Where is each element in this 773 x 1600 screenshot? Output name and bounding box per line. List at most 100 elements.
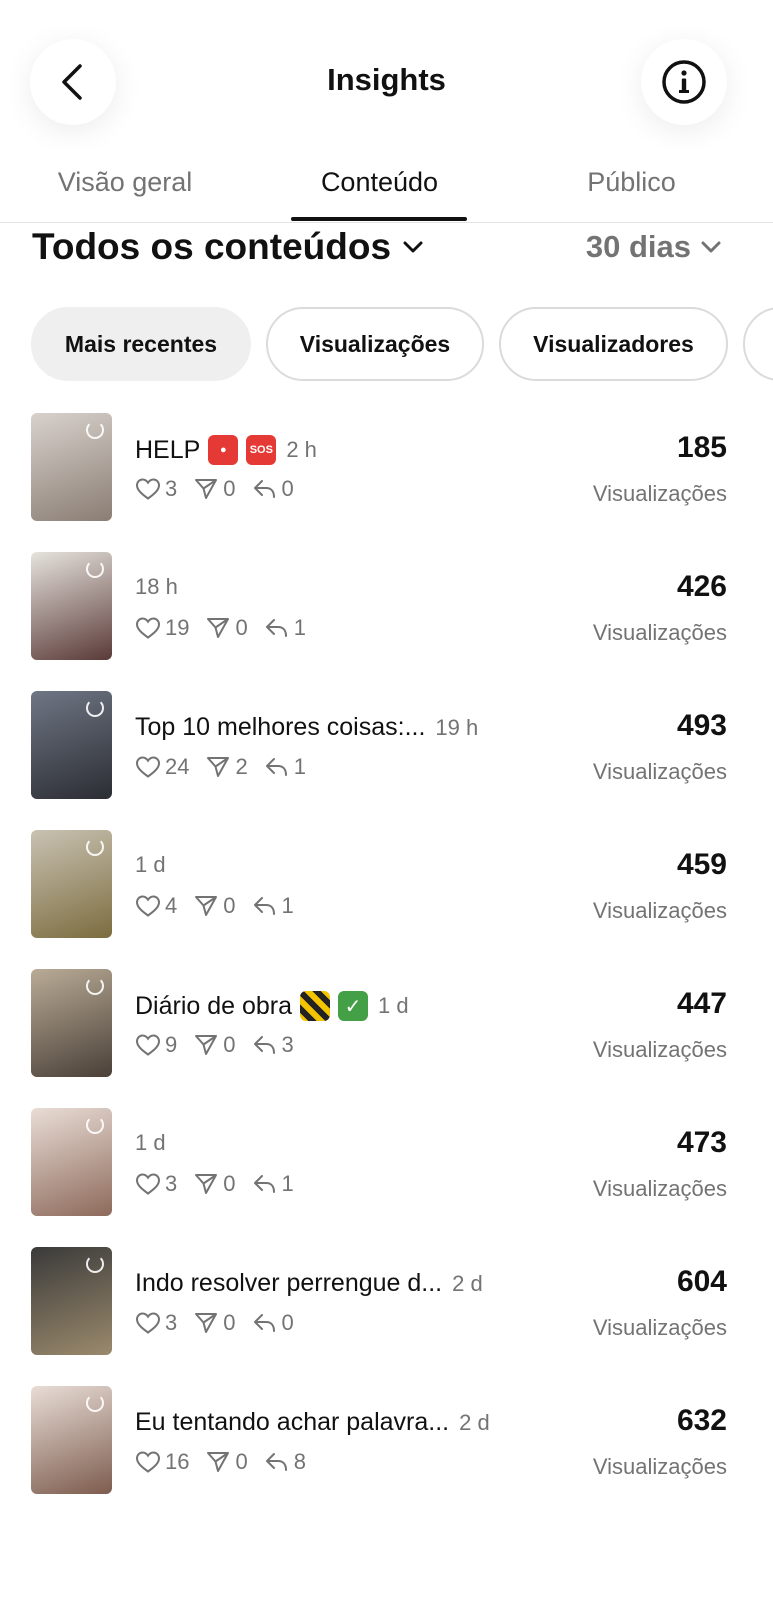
replies-stat: 1 <box>264 615 306 641</box>
likes-count: 3 <box>165 1310 178 1335</box>
views-count: 604 <box>676 1265 727 1298</box>
chevron-down-icon <box>701 241 721 253</box>
shares-count: 0 <box>223 476 236 501</box>
chip-viewers[interactable]: Visualizadores <box>499 307 728 381</box>
post-age: 18 h <box>135 574 178 599</box>
views-count: 447 <box>676 987 727 1020</box>
list-item[interactable]: Diário de obra ✓ 1 d 9 0 3 447 Visualiza… <box>0 969 773 1108</box>
likes-stat: 19 <box>135 615 189 641</box>
post-caption-line: HELP ● SOS 2 h <box>135 435 317 465</box>
share-icon <box>195 896 218 916</box>
post-caption-line: 1 d <box>135 852 166 878</box>
views-count: 493 <box>676 709 727 742</box>
tab-audience[interactable]: Público <box>545 167 718 198</box>
content-filter-dropdown[interactable]: Todos os conteúdos <box>32 226 423 268</box>
list-item[interactable]: Indo resolver perrengue d... 2 d 3 0 0 6… <box>0 1247 773 1386</box>
loading-icon <box>86 560 104 578</box>
post-thumbnail[interactable] <box>31 691 112 799</box>
share-icon <box>195 1035 218 1055</box>
likes-count: 16 <box>165 1449 190 1474</box>
date-range-label: 30 dias <box>585 229 691 264</box>
chevron-down-icon <box>403 241 423 253</box>
shares-count: 0 <box>235 615 248 640</box>
views-count: 632 <box>676 1404 727 1437</box>
replies-count: 1 <box>281 1171 294 1196</box>
post-stats: 9 0 3 <box>135 1032 310 1058</box>
replies-count: 0 <box>281 1310 294 1335</box>
siren-emoji-icon: ● <box>208 435 239 465</box>
post-age: 1 d <box>135 1130 166 1155</box>
chip-views[interactable]: Visualizações <box>266 307 484 381</box>
likes-count: 24 <box>165 754 190 779</box>
views-label: Visualizações <box>592 1176 727 1201</box>
replies-count: 1 <box>293 754 306 779</box>
shares-count: 0 <box>223 893 236 918</box>
list-item[interactable]: Top 10 melhores coisas:... 19 h 24 2 1 4… <box>0 691 773 830</box>
info-icon <box>662 60 706 104</box>
likes-stat: 24 <box>135 754 189 780</box>
views-block: 426 Visualizações <box>593 570 727 646</box>
post-age: 1 d <box>135 852 166 877</box>
loading-icon <box>86 1255 104 1273</box>
app-header: Insights <box>0 0 773 165</box>
chip-more[interactable] <box>743 307 773 381</box>
post-thumbnail[interactable] <box>31 1386 112 1494</box>
reply-icon <box>265 1453 287 1471</box>
loading-icon <box>86 699 104 717</box>
views-block: 493 Visualizações <box>593 709 727 785</box>
post-thumbnail[interactable] <box>31 413 112 521</box>
content-list: HELP ● SOS 2 h 3 0 0 185 Visualizações 18… <box>0 413 773 1525</box>
reply-icon <box>253 1036 275 1054</box>
share-icon <box>195 479 218 499</box>
loading-icon <box>86 977 104 995</box>
post-thumbnail[interactable] <box>31 1108 112 1216</box>
reply-icon <box>253 480 275 498</box>
chip-most-recent[interactable]: Mais recentes <box>31 307 251 381</box>
likes-stat: 4 <box>135 893 177 919</box>
shares-stat: 0 <box>193 1171 236 1197</box>
likes-stat: 3 <box>135 1310 177 1336</box>
shares-count: 0 <box>223 1171 236 1196</box>
likes-count: 4 <box>165 893 178 918</box>
list-item[interactable]: Eu tentando achar palavra... 2 d 16 0 8 … <box>0 1386 773 1525</box>
active-tab-indicator <box>291 217 467 221</box>
likes-count: 3 <box>165 1171 178 1196</box>
views-label: Visualizações <box>592 1315 727 1340</box>
post-age: 19 h <box>435 714 479 740</box>
views-count: 473 <box>676 1126 727 1159</box>
loading-icon <box>86 1116 104 1134</box>
list-item[interactable]: 1 d 4 0 1 459 Visualizações <box>0 830 773 969</box>
views-label: Visualizações <box>592 481 727 506</box>
info-button[interactable] <box>641 39 727 125</box>
likes-stat: 3 <box>135 1171 177 1197</box>
post-caption: HELP <box>135 435 201 464</box>
reply-icon <box>253 1175 275 1193</box>
list-item[interactable]: HELP ● SOS 2 h 3 0 0 185 Visualizações <box>0 413 773 552</box>
views-count: 185 <box>676 431 727 464</box>
views-label: Visualizações <box>592 1037 727 1062</box>
post-caption: Top 10 melhores coisas:... <box>135 713 426 741</box>
tab-overview[interactable]: Visão geral <box>30 167 220 198</box>
post-caption-line: Diário de obra ✓ 1 d <box>135 991 409 1021</box>
loading-icon <box>86 421 104 439</box>
likes-count: 3 <box>165 476 178 501</box>
date-range-dropdown[interactable]: 30 dias <box>586 229 721 265</box>
post-thumbnail[interactable] <box>31 552 112 660</box>
post-thumbnail[interactable] <box>31 969 112 1077</box>
heart-icon <box>135 1034 161 1056</box>
post-age: 2 d <box>452 1270 483 1296</box>
shares-stat: 0 <box>193 476 236 502</box>
tab-bar: Visão geral Conteúdo Público <box>0 165 773 223</box>
heart-icon <box>135 1312 161 1334</box>
share-icon <box>207 1452 230 1472</box>
views-count: 426 <box>676 570 727 603</box>
post-thumbnail[interactable] <box>31 830 112 938</box>
likes-count: 9 <box>165 1032 178 1057</box>
replies-stat: 0 <box>252 1310 294 1336</box>
tab-content[interactable]: Conteúdo <box>292 167 467 198</box>
replies-count: 3 <box>281 1032 294 1057</box>
replies-count: 0 <box>281 476 294 501</box>
list-item[interactable]: 1 d 3 0 1 473 Visualizações <box>0 1108 773 1247</box>
list-item[interactable]: 18 h 19 0 1 426 Visualizações <box>0 552 773 691</box>
post-thumbnail[interactable] <box>31 1247 112 1355</box>
